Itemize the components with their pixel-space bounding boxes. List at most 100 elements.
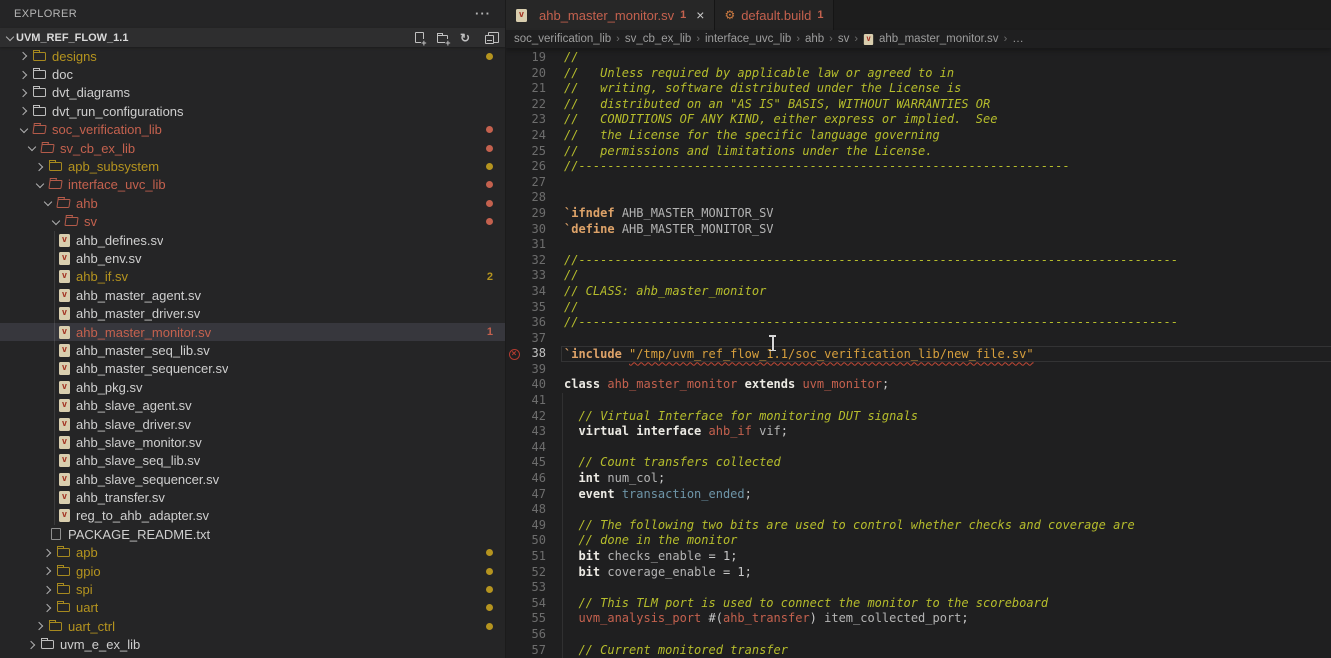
code-token: ; — [745, 487, 752, 501]
code-token — [564, 518, 578, 532]
tree-item-uvm-e-ex-lib[interactable]: uvm_e_ex_lib — [0, 636, 505, 654]
systemverilog-file-icon — [59, 399, 70, 412]
tree-item-label: ahb_slave_seq_lib.sv — [76, 453, 200, 468]
tab-default-build[interactable]: ⚙default.build1 — [715, 0, 834, 30]
code-token — [564, 487, 578, 501]
tree-item-label: apb_subsystem — [68, 159, 159, 174]
tree-item-soc-verification-lib[interactable]: soc_verification_lib — [0, 121, 505, 139]
tree-item-ahb-pkg-sv[interactable]: ahb_pkg.sv — [0, 378, 505, 396]
tab-ahb-master-monitor-sv[interactable]: ahb_master_monitor.sv1× — [506, 0, 715, 30]
line-number: 50 — [522, 533, 546, 549]
tree-item-label: ahb_master_driver.sv — [76, 306, 200, 321]
breadcrumb-segment[interactable]: ahb — [805, 33, 824, 45]
breadcrumb-segment[interactable]: sv — [838, 33, 850, 45]
tree-item-ahb-slave-driver-sv[interactable]: ahb_slave_driver.sv — [0, 415, 505, 433]
chevron-right-icon[interactable] — [42, 587, 54, 593]
tree-item-ahb-master-monitor-sv[interactable]: ahb_master_monitor.sv1 — [0, 323, 505, 341]
new-file-icon[interactable] — [412, 31, 426, 45]
code-editor[interactable]: 19//20// Unless required by applicable l… — [506, 48, 1331, 658]
code-token — [737, 377, 744, 391]
tree-item-ahb-defines-sv[interactable]: ahb_defines.sv — [0, 231, 505, 249]
systemverilog-file-icon — [864, 33, 873, 44]
chevron-right-icon[interactable] — [26, 642, 38, 648]
code-token: // — [564, 268, 578, 282]
tree-item-ahb[interactable]: ahb — [0, 194, 505, 212]
tree-item-dvt-diagrams[interactable]: dvt_diagrams — [0, 84, 505, 102]
chevron-right-icon[interactable] — [42, 568, 54, 574]
breadcrumb-segment[interactable]: interface_uvc_lib — [705, 33, 791, 45]
chevron-down-icon[interactable] — [26, 146, 38, 150]
tree-item-package-readme-txt[interactable]: PACKAGE_README.txt — [0, 525, 505, 543]
code-line-41: 41 — [506, 393, 1331, 409]
chevron-right-icon[interactable] — [18, 72, 30, 78]
code-line-44: 44 — [506, 440, 1331, 456]
breadcrumb-symbol-trail[interactable]: … — [1012, 33, 1024, 45]
tree-item-sv[interactable]: sv — [0, 213, 505, 231]
close-tab-icon[interactable]: × — [696, 7, 704, 23]
chevron-right-icon[interactable] — [34, 623, 46, 629]
tree-item-ahb-env-sv[interactable]: ahb_env.sv — [0, 249, 505, 267]
tree-item-spi[interactable]: spi — [0, 580, 505, 598]
tree-item-dvt-run-configurations[interactable]: dvt_run_configurations — [0, 102, 505, 120]
explorer-more-actions-icon[interactable]: ··· — [475, 9, 491, 19]
explorer-actions: ↻ — [412, 31, 495, 45]
tree-item-ahb-slave-sequencer-sv[interactable]: ahb_slave_sequencer.sv — [0, 470, 505, 488]
code-line-28: 28 — [506, 190, 1331, 206]
tree-item-ahb-slave-agent-sv[interactable]: ahb_slave_agent.sv — [0, 396, 505, 414]
breadcrumb-segment[interactable]: soc_verification_lib — [514, 33, 611, 45]
gutter-pad — [546, 377, 564, 393]
folder-icon — [33, 52, 46, 61]
refresh-explorer-icon[interactable]: ↻ — [458, 31, 472, 45]
chevron-right-icon[interactable] — [18, 108, 30, 114]
tree-item-designs[interactable]: designs — [0, 47, 505, 65]
error-circle-x-icon: × — [509, 349, 520, 360]
code-token: // writing, software distributed under t… — [564, 81, 961, 95]
chevron-down-icon[interactable] — [42, 201, 54, 205]
chevron-right-icon[interactable] — [42, 605, 54, 611]
tree-item-uart[interactable]: uart — [0, 599, 505, 617]
breadcrumb[interactable]: soc_verification_lib›sv_cb_ex_lib›interf… — [506, 30, 1331, 48]
workspace-section-header[interactable]: UVM_REF_FLOW_1.1 ↻ — [0, 28, 505, 47]
tree-item-ahb-master-driver-sv[interactable]: ahb_master_driver.sv — [0, 304, 505, 322]
tree-item-doc[interactable]: doc — [0, 65, 505, 83]
indent-guide — [54, 341, 55, 359]
tree-item-gpio[interactable]: gpio — [0, 562, 505, 580]
tree-item-uart-ctrl[interactable]: uart_ctrl — [0, 617, 505, 635]
tree-item-sv-cb-ex-lib[interactable]: sv_cb_ex_lib — [0, 139, 505, 157]
tree-item-apb[interactable]: apb — [0, 544, 505, 562]
collapse-folders-icon[interactable] — [481, 31, 495, 45]
chevron-down-icon[interactable] — [18, 128, 30, 132]
gutter-pad — [546, 128, 564, 144]
chevron-down-icon[interactable] — [34, 183, 46, 187]
chevron-right-icon[interactable] — [34, 164, 46, 170]
tree-item-ahb-master-agent-sv[interactable]: ahb_master_agent.sv — [0, 286, 505, 304]
gutter-spacer — [506, 627, 522, 643]
tree-item-ahb-master-sequencer-sv[interactable]: ahb_master_sequencer.sv — [0, 360, 505, 378]
code-token: AHB_MASTER_MONITOR_SV — [622, 222, 774, 236]
code-line-45: 45 // Count transfers collected — [506, 455, 1331, 471]
chevron-down-icon[interactable] — [50, 220, 62, 224]
code-line-content: //--------------------------------------… — [564, 159, 1331, 175]
gutter-spacer — [506, 97, 522, 113]
tree-item-ahb-transfer-sv[interactable]: ahb_transfer.sv — [0, 488, 505, 506]
tree-item-ahb-master-seq-lib-sv[interactable]: ahb_master_seq_lib.sv — [0, 341, 505, 359]
breadcrumb-segment[interactable]: sv_cb_ex_lib — [625, 33, 691, 45]
chevron-right-icon[interactable] — [42, 550, 54, 556]
chevron-down-icon[interactable] — [4, 36, 16, 40]
tree-item-ahb-slave-seq-lib-sv[interactable]: ahb_slave_seq_lib.sv — [0, 452, 505, 470]
gutter-pad — [546, 253, 564, 269]
tree-item-reg-to-ahb-adapter-sv[interactable]: reg_to_ahb_adapter.sv — [0, 507, 505, 525]
tree-item-apb-subsystem[interactable]: apb_subsystem — [0, 157, 505, 175]
tree-item-ahb-if-sv[interactable]: ahb_if.sv2 — [0, 268, 505, 286]
tab-problems-badge: 1 — [680, 9, 686, 21]
new-folder-icon[interactable] — [435, 31, 449, 45]
folder-icon — [57, 548, 70, 557]
chevron-right-icon[interactable] — [18, 90, 30, 96]
breadcrumb-file[interactable]: ahb_master_monitor.sv — [879, 33, 999, 45]
chevron-right-icon[interactable] — [18, 53, 30, 59]
systemverilog-file-icon — [59, 234, 70, 247]
code-line-29: 29`ifndef AHB_MASTER_MONITOR_SV — [506, 206, 1331, 222]
tree-item-ahb-slave-monitor-sv[interactable]: ahb_slave_monitor.sv — [0, 433, 505, 451]
tree-item-interface-uvc-lib[interactable]: interface_uvc_lib — [0, 176, 505, 194]
gutter-pad — [546, 81, 564, 97]
